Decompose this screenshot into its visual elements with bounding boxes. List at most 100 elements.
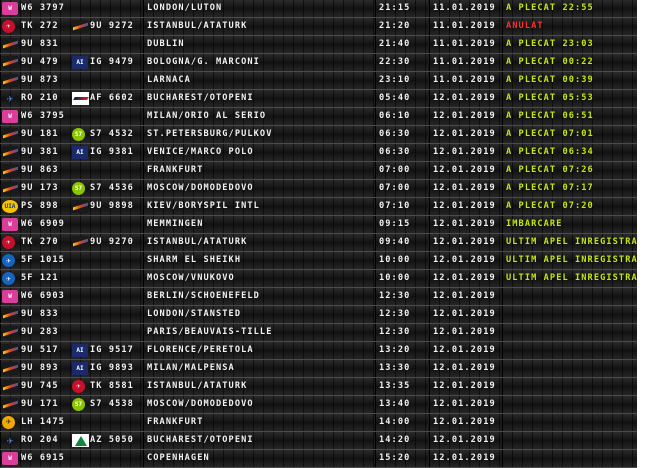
destination: VENICE/MARCO POLO [143, 144, 374, 161]
tarom-logo: ✈ [6, 92, 14, 105]
blue-air-logo [2, 146, 18, 159]
flight-date: 12.01.2019 [429, 108, 501, 125]
flight-date: 11.01.2019 [429, 18, 501, 35]
flight-status: ULTIM APEL INREGISTRA [502, 252, 637, 269]
flight-status: A PLECAT 07:01 [502, 126, 637, 143]
flight-codes-cell: 9U 893 AI IG 9893 [0, 360, 142, 377]
flight-row: W W6 6915 COPENHAGEN 15:20 12.01.2019 [0, 450, 637, 468]
airitaly-logo: AI [72, 146, 88, 159]
codeshare-code: IG 9517 [90, 345, 134, 355]
codeshare-code: S7 4538 [90, 399, 134, 409]
s7-airlines-logo: S7 [72, 182, 85, 195]
flight-codes-cell: ✈ RO 204 AZ 5050 [0, 432, 142, 449]
alitalia-logo [72, 434, 89, 447]
flight-code: PS 898 [21, 201, 59, 211]
flight-codes-cell: ✈ TK 270 9U 9270 [0, 234, 142, 251]
flight-row: ✈ LH 1475 FRANKFURT 14:00 12.01.2019 [0, 414, 637, 432]
scheduled-time: 14:20 [375, 432, 428, 449]
flight-codes-cell: ✈ 5F 121 [0, 270, 142, 287]
flight-status: ULTIM APEL INREGISTRA [502, 270, 637, 287]
flight-row: ✈ TK 272 9U 9272 ISTANBUL/ATATURK 21:20 11.01… [0, 18, 637, 36]
flight-date: 12.01.2019 [429, 144, 501, 161]
flight-code: 5F 121 [21, 273, 59, 283]
flight-status: ANULAT [502, 18, 637, 35]
flight-status [502, 450, 637, 467]
scheduled-time: 07:10 [375, 198, 428, 215]
flight-date: 11.01.2019 [429, 0, 501, 17]
flight-codes-cell: W W6 3797 [0, 0, 142, 17]
blue-air-logo [2, 398, 18, 411]
flight-code: 5F 1015 [21, 255, 65, 265]
destination: ISTANBUL/ATATURK [143, 18, 374, 35]
flight-row: 9U 893 AI IG 9893 MILAN/MALPENSA 13:30 12.01.… [0, 360, 637, 378]
destination: PARIS/BEAUVAIS-TILLE [143, 324, 374, 341]
flight-date: 11.01.2019 [429, 72, 501, 89]
scheduled-time: 10:00 [375, 270, 428, 287]
flight-status: A PLECAT 22:55 [502, 0, 637, 17]
destination: COPENHAGEN [143, 450, 374, 467]
codeshare-code: 9U 9270 [90, 237, 134, 247]
flight-code: LH 1475 [21, 417, 65, 427]
flight-code: W6 3797 [21, 3, 65, 13]
flight-status [502, 396, 637, 413]
flight-date: 12.01.2019 [429, 216, 501, 233]
flight-date: 12.01.2019 [429, 180, 501, 197]
turkish-airlines-logo: ✈ [2, 236, 15, 249]
flight-code: 9U 831 [21, 39, 59, 49]
airitaly-logo: AI [72, 56, 88, 69]
blue-air-logo [2, 326, 18, 339]
flight-status [502, 414, 637, 431]
flight-status [502, 342, 637, 359]
destination: KIEV/BORYSPIL INTL [143, 198, 374, 215]
tarom-logo: ✈ [6, 434, 14, 447]
blue-air-logo [2, 308, 18, 321]
flight-code: 9U 893 [21, 363, 59, 373]
destination: FRANKFURT [143, 414, 374, 431]
scheduled-time: 06:30 [375, 126, 428, 143]
flight-codes-cell: W W6 6915 [0, 450, 142, 467]
scheduled-time: 14:00 [375, 414, 428, 431]
wizzair-logo: W [2, 2, 18, 15]
destination: MILAN/MALPENSA [143, 360, 374, 377]
destination: ST.PETERSBURG/PULKOV [143, 126, 374, 143]
turkish-airlines-logo: ✈ [2, 20, 15, 33]
flight-row: ✈ RO 204 AZ 5050 BUCHAREST/OTOPENI 14:20 12.0… [0, 432, 637, 450]
destination: MOSCOW/DOMODEDOVO [143, 180, 374, 197]
flight-codes-cell: ✈ LH 1475 [0, 414, 142, 431]
flight-status: A PLECAT 00:39 [502, 72, 637, 89]
flight-date: 12.01.2019 [429, 252, 501, 269]
scheduled-time: 13:40 [375, 396, 428, 413]
destination: LARNACA [143, 72, 374, 89]
codeshare-code: AZ 5050 [90, 435, 134, 445]
flight-row: 9U 381 AI IG 9381 VENICE/MARCO POLO 06:30 12.… [0, 144, 637, 162]
flight-codes-cell: 9U 833 [0, 306, 142, 323]
scheduled-time: 13:30 [375, 360, 428, 377]
flight-row: W W6 3797 LONDON/LUTON 21:15 11.01.2019 A PLE… [0, 0, 637, 18]
flight-date: 12.01.2019 [429, 342, 501, 359]
codeshare-code: IG 9479 [90, 57, 134, 67]
flight-date: 12.01.2019 [429, 432, 501, 449]
flight-status [502, 288, 637, 305]
flight-date: 12.01.2019 [429, 90, 501, 107]
flight-row: UIA PS 898 9U 9898 KIEV/BORYSPIL INTL 07:10 1… [0, 198, 637, 216]
codeshare-code: 9U 9898 [90, 201, 134, 211]
scheduled-time: 06:30 [375, 144, 428, 161]
flight-row: 9U 833 LONDON/STANSTED 12:30 12.01.2019 [0, 306, 637, 324]
flight-date: 12.01.2019 [429, 396, 501, 413]
flight-code: 9U 181 [21, 129, 59, 139]
flight-row: 9U 283 PARIS/BEAUVAIS-TILLE 12:30 12.01.201… [0, 324, 637, 342]
wizzair-logo: W [2, 290, 18, 303]
flight-row: ✈ 5F 1015 SHARM EL SHEIKH 10:00 12.01.2019 UL… [0, 252, 637, 270]
flight-codes-cell: 9U 181 S7 S7 4532 [0, 126, 142, 143]
flight-row: 9U 517 AI IG 9517 FLORENCE/PERETOLA 13:20 12.… [0, 342, 637, 360]
scheduled-time: 05:40 [375, 90, 428, 107]
blue-air-logo [2, 164, 18, 177]
scheduled-time: 15:20 [375, 450, 428, 467]
flight-row: 9U 745 ✈ TK 8581 ISTANBUL/ATATURK 13:35 12.01… [0, 378, 637, 396]
flight-date: 12.01.2019 [429, 162, 501, 179]
flight-status [502, 360, 637, 377]
scheduled-time: 07:00 [375, 180, 428, 197]
flight-codes-cell: 9U 745 ✈ TK 8581 [0, 378, 142, 395]
flight-row: W W6 6909 MEMMINGEN 09:15 12.01.2019 IMBARCAR… [0, 216, 637, 234]
turkish-airlines-logo: ✈ [72, 380, 85, 393]
